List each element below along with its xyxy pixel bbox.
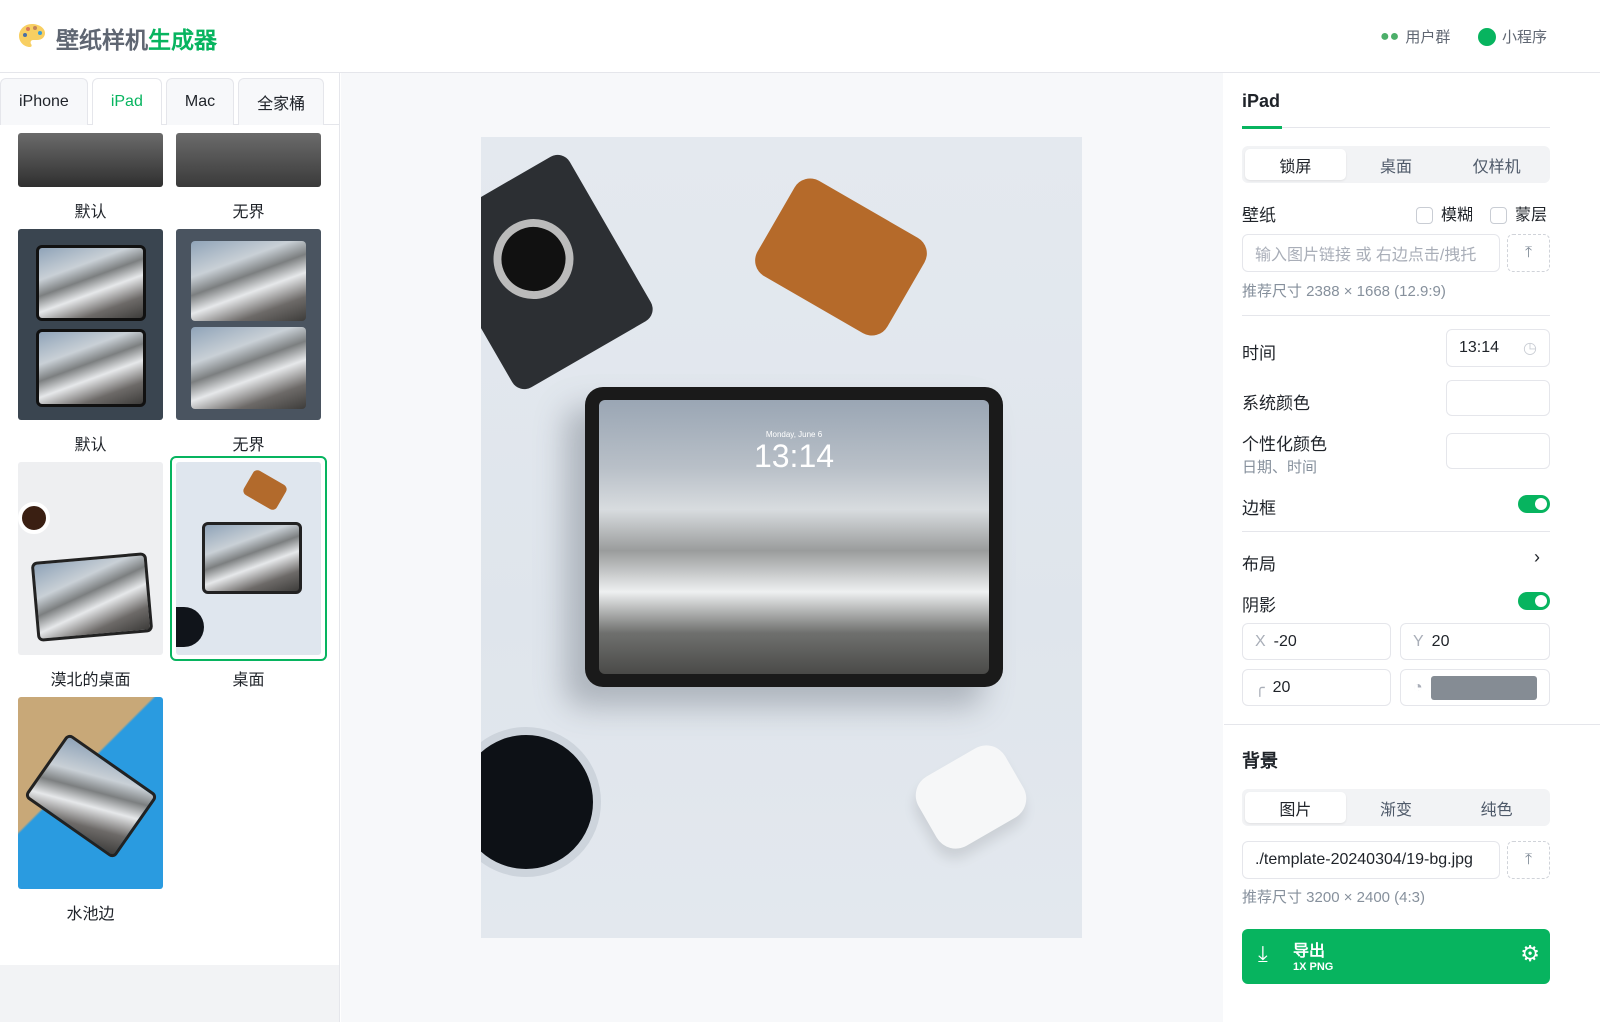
upload-icon[interactable]: ⤒: [1507, 234, 1550, 272]
template-label: 默认: [74, 437, 107, 454]
shadow-x-input[interactable]: X -20: [1242, 623, 1391, 660]
palette-icon: ◔: [1413, 678, 1423, 696]
app-title: 壁纸样机生成器: [56, 27, 217, 53]
wallpaper-url-input[interactable]: 输入图片链接 或 右边点击/拽托: [1242, 234, 1500, 272]
shadow-y-input[interactable]: Y 20: [1400, 623, 1550, 660]
radius-icon: ╭: [1255, 679, 1265, 697]
chevron-right-icon[interactable]: ›: [1534, 547, 1540, 568]
sidebar-footer: [0, 965, 339, 1022]
mini-program-link[interactable]: 小程序: [1478, 26, 1547, 47]
divider: [1242, 127, 1550, 128]
shadow-radius-input[interactable]: ╭ 20: [1242, 669, 1391, 706]
background-hint: 推荐尺寸 3200 × 2400 (4:3): [1242, 889, 1426, 906]
border-toggle[interactable]: [1518, 495, 1550, 513]
background-tabs: 图片 渐变 纯色: [1242, 789, 1550, 826]
camera-decoration: [481, 149, 658, 395]
wechat-icon: ●●: [1380, 27, 1400, 45]
panel-title: iPad: [1242, 91, 1281, 111]
template-sidebar: iPhone iPad Mac 全家桶 默认 无界 默认 无界 漠北的桌面 桌面…: [0, 73, 340, 1022]
tab-solid[interactable]: 纯色: [1446, 792, 1547, 823]
template-thumb[interactable]: [18, 462, 163, 655]
background-title: 背景: [1242, 751, 1278, 771]
custom-color-sub: 日期、时间: [1242, 459, 1318, 476]
shadow-toggle[interactable]: [1518, 592, 1550, 610]
clock-icon: ◷: [1523, 340, 1537, 357]
system-color-picker[interactable]: [1446, 380, 1550, 416]
airpods-case-decoration: [907, 737, 1035, 857]
shadow-color-picker[interactable]: ◔: [1400, 669, 1550, 706]
palette-logo-icon: [19, 24, 45, 47]
export-button[interactable]: ⤓ 导出 1X PNG ⚙: [1242, 929, 1550, 984]
template-thumb[interactable]: [18, 133, 163, 187]
coffee-cup-decoration: [481, 727, 601, 877]
mask-checkbox[interactable]: 蒙层: [1490, 201, 1547, 225]
tab-image[interactable]: 图片: [1245, 792, 1346, 823]
device-tabs: iPhone iPad Mac 全家桶: [0, 78, 339, 125]
template-thumb[interactable]: [18, 229, 163, 420]
template-thumb[interactable]: [176, 133, 321, 187]
custom-color-label: 个性化颜色: [1242, 435, 1327, 454]
title-underline: [1242, 126, 1282, 129]
wallet-decoration: [748, 171, 934, 343]
template-thumb[interactable]: [176, 462, 321, 655]
divider: [1242, 531, 1550, 532]
template-label: 无界: [232, 204, 265, 221]
upload-icon[interactable]: ⤒: [1507, 841, 1550, 879]
tab-device-only[interactable]: 仅样机: [1446, 149, 1547, 180]
app-header: 壁纸样机生成器 ●● 用户群 小程序: [0, 0, 1600, 73]
wallpaper-label: 壁纸: [1242, 206, 1276, 225]
layout-label: 布局: [1242, 555, 1276, 574]
template-thumb[interactable]: [176, 229, 321, 420]
divider: [1224, 724, 1600, 725]
time-label: 时间: [1242, 344, 1276, 363]
tab-iphone[interactable]: iPhone: [0, 78, 88, 125]
divider: [1242, 315, 1550, 316]
tab-desktop[interactable]: 桌面: [1346, 149, 1447, 180]
mode-tabs: 锁屏 桌面 仅样机: [1242, 146, 1550, 183]
shadow-label: 阴影: [1242, 596, 1276, 615]
template-label: 漠北的桌面: [50, 672, 131, 689]
blur-checkbox[interactable]: 模糊: [1416, 201, 1473, 225]
lock-time: 13:14: [753, 438, 835, 474]
template-label: 无界: [232, 437, 265, 454]
background-url-input[interactable]: ./template-20240304/19-bg.jpg: [1242, 841, 1500, 879]
template-label: 水池边: [66, 906, 115, 923]
ipad-lockscreen: Monday, June 6 13:14: [599, 400, 989, 674]
tab-lockscreen[interactable]: 锁屏: [1245, 149, 1346, 180]
settings-gear-icon[interactable]: ⚙: [1520, 941, 1540, 967]
template-label: 桌面: [232, 672, 265, 689]
tab-gradient[interactable]: 渐变: [1346, 792, 1447, 823]
mockup-canvas: Monday, June 6 13:14: [481, 137, 1082, 938]
border-label: 边框: [1242, 499, 1276, 518]
wallpaper-hint: 推荐尺寸 2388 × 1668 (12.9:9): [1242, 283, 1446, 300]
user-group-link[interactable]: ●● 用户群: [1380, 26, 1450, 47]
settings-panel: iPad 锁屏 桌面 仅样机 壁纸 模糊 蒙层 输入图片链接 或 右边点击/拽托…: [1224, 73, 1600, 1022]
tab-family[interactable]: 全家桶: [238, 78, 325, 125]
time-picker[interactable]: 13:14 ◷: [1446, 329, 1550, 367]
tab-mac[interactable]: Mac: [165, 78, 235, 125]
system-color-label: 系统颜色: [1242, 394, 1310, 413]
template-thumb[interactable]: [18, 697, 163, 889]
template-label: 默认: [74, 204, 107, 221]
preview-area: Monday, June 6 13:14: [341, 73, 1223, 1022]
mini-program-icon: [1478, 27, 1496, 46]
ipad-mockup: Monday, June 6 13:14: [585, 387, 1003, 687]
custom-color-picker[interactable]: [1446, 433, 1550, 469]
download-icon: ⤓: [1258, 941, 1268, 966]
tab-ipad[interactable]: iPad: [91, 78, 162, 125]
